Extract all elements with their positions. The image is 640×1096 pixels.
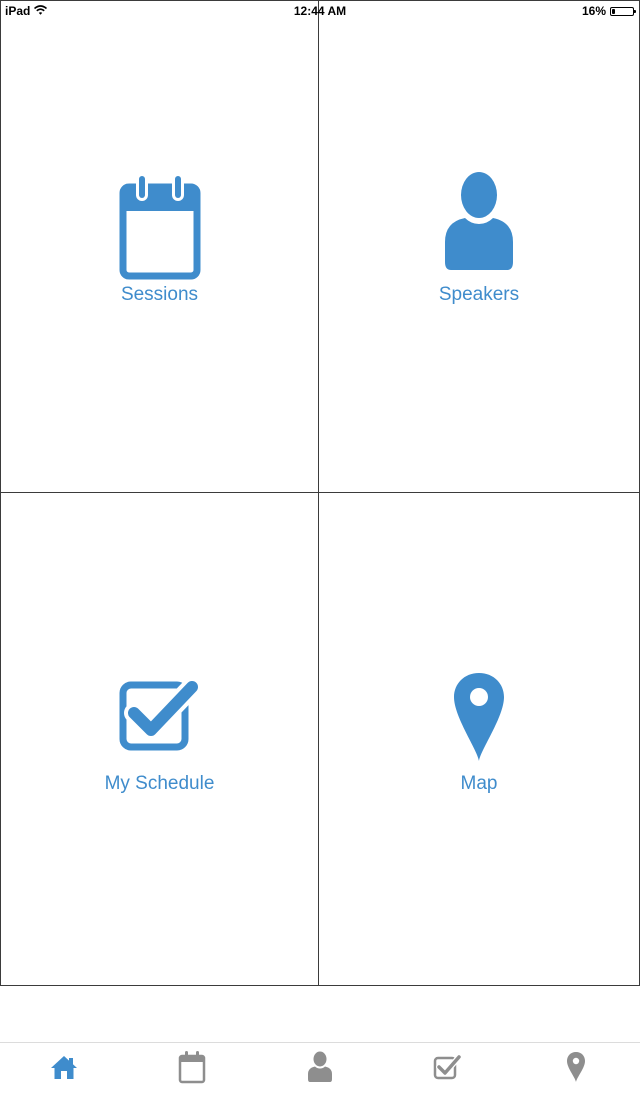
- map-pin-icon: [449, 663, 509, 769]
- tile-speakers[interactable]: Speakers: [319, 0, 640, 493]
- tile-label-sessions: Sessions: [120, 283, 199, 305]
- tab-bar: [0, 1042, 640, 1096]
- checkbox-icon: [118, 663, 202, 769]
- tab-home[interactable]: [0, 1043, 128, 1096]
- tile-sessions[interactable]: Sessions: [0, 0, 319, 493]
- tile-content: Speakers: [319, 1, 639, 492]
- calendar-icon: [118, 170, 202, 280]
- status-time: 12:44 AM: [293, 4, 347, 18]
- battery-percent: 16%: [581, 4, 606, 18]
- map-pin-icon: [566, 1051, 586, 1088]
- calendar-icon: [178, 1050, 206, 1089]
- tab-map[interactable]: [512, 1043, 640, 1096]
- checkbox-icon: [433, 1052, 463, 1087]
- tab-sessions[interactable]: [128, 1043, 256, 1096]
- home-icon: [50, 1054, 78, 1085]
- tile-label-my-schedule: My Schedule: [104, 773, 215, 794]
- tile-content: Map: [319, 493, 639, 985]
- battery-icon: [610, 6, 636, 16]
- tile-label-map: Map: [460, 773, 498, 794]
- tile-map[interactable]: Map: [319, 493, 640, 986]
- person-icon: [307, 1051, 333, 1088]
- battery-level-fill: [612, 8, 615, 14]
- battery-group: 16%: [581, 4, 636, 18]
- tile-content: My Schedule: [1, 493, 318, 985]
- status-bar: iPad 12:44 AM 16%: [0, 0, 640, 22]
- tile-my-schedule[interactable]: My Schedule: [0, 493, 319, 986]
- tile-label-speakers: Speakers: [438, 283, 520, 305]
- tab-my-schedule[interactable]: [384, 1043, 512, 1096]
- home-grid: Sessions Speakers My Schedule Map: [0, 0, 640, 986]
- person-icon: [443, 170, 515, 280]
- tile-content: Sessions: [1, 1, 318, 492]
- tab-speakers[interactable]: [256, 1043, 384, 1096]
